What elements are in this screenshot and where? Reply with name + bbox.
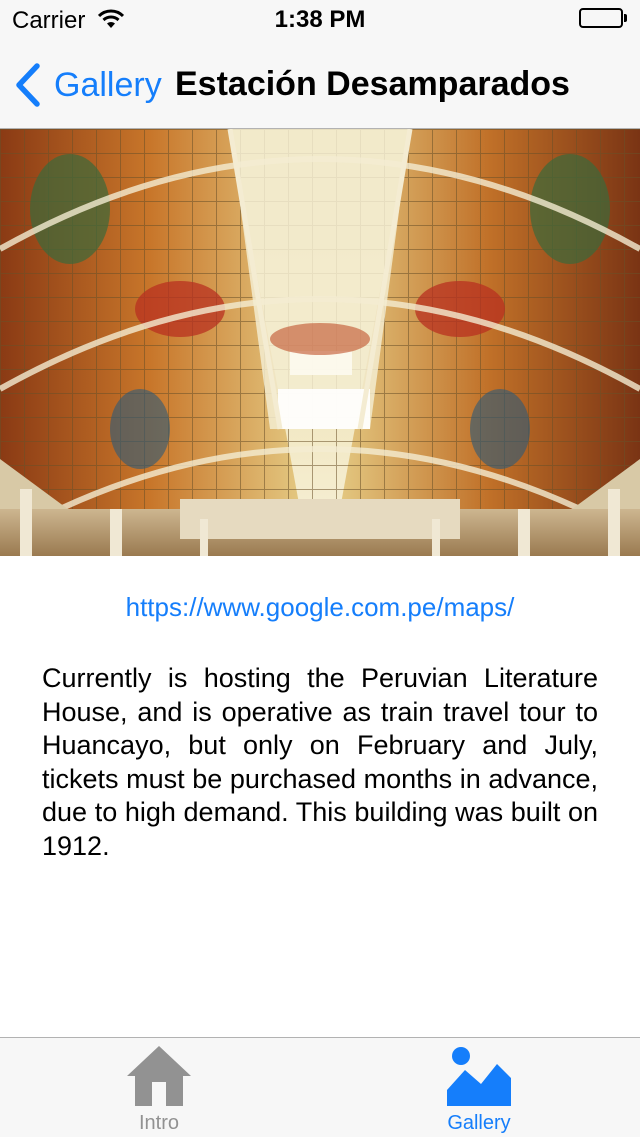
battery-icon xyxy=(579,8,627,30)
map-link[interactable]: https://www.google.com.pe/maps/ xyxy=(0,592,640,623)
navigation-bar: Gallery Estación Desamparados xyxy=(0,40,640,129)
tab-intro[interactable]: Intro xyxy=(59,1038,259,1137)
status-time: 1:38 PM xyxy=(274,6,366,33)
back-button[interactable]: Gallery xyxy=(14,62,162,108)
chevron-left-icon xyxy=(16,63,40,107)
page-title: Estación Desamparados xyxy=(175,65,570,103)
tab-bar: Intro Gallery xyxy=(0,1037,640,1137)
home-icon xyxy=(127,1046,191,1106)
gallery-icon xyxy=(447,1047,511,1106)
station-photo xyxy=(0,129,640,556)
back-button-label: Gallery xyxy=(54,65,162,104)
station-description: Currently is hosting the Peruvian Litera… xyxy=(42,663,598,861)
tab-gallery[interactable]: Gallery xyxy=(379,1038,579,1137)
tab-intro-label: Intro xyxy=(138,1112,180,1134)
tab-gallery-label: Gallery xyxy=(447,1112,511,1134)
status-bar: Carrier 1:38 PM xyxy=(0,0,640,40)
